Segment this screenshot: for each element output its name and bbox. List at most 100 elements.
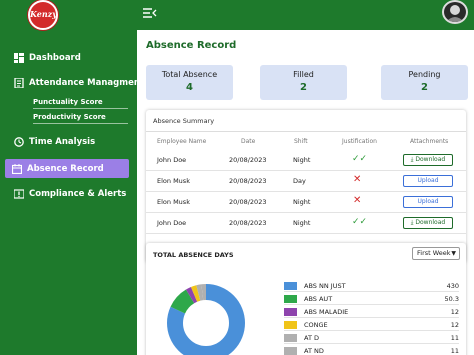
legend-item: ABS NN JUST 430 — [284, 281, 459, 292]
stat-card-filled: Filled 2 — [260, 65, 347, 100]
check-icon: ✓✓ — [352, 154, 368, 164]
top-bar — [137, 0, 474, 30]
sidebar: Kenzy's Dashboard Attendance Managment P… — [0, 0, 144, 355]
legend-swatch — [284, 295, 297, 303]
legend-value: 430 — [446, 282, 459, 290]
sidebar-item-label: Dashboard — [29, 53, 81, 63]
legend-item: ABS MALADIE 12 — [284, 307, 459, 318]
shift: Night — [293, 156, 311, 164]
legend-swatch — [284, 334, 297, 342]
sidebar-item-compliance[interactable]: Compliance & Alerts — [14, 187, 126, 201]
legend-label: AT D — [304, 334, 319, 342]
legend-item: ABS AUT 50.3 — [284, 294, 459, 305]
legend-label: CONGE — [304, 321, 328, 329]
sidebar-subitem-productivity[interactable]: Productivity Score — [33, 112, 128, 124]
legend-swatch — [284, 308, 297, 316]
button-label: Download — [415, 219, 446, 226]
button-label: Download — [415, 156, 446, 163]
chevron-down-icon: ▼ — [451, 250, 456, 257]
cross-icon: ✕ — [353, 174, 362, 185]
download-icon: ⤓ — [410, 219, 414, 226]
shift: Night — [293, 219, 311, 227]
sidebar-item-label: Compliance & Alerts — [29, 189, 127, 199]
table-row: Elon Musk 20/08/2023 Night ✕ Upload — [146, 192, 466, 213]
legend-label: ABS MALADIE — [304, 308, 349, 316]
column-header: Shift — [294, 138, 308, 145]
sidebar-item-label: Time Analysis — [29, 137, 96, 147]
stat-card-pending: Pending 2 — [381, 65, 468, 100]
sidebar-item-attendance[interactable]: Attendance Managment — [14, 76, 144, 90]
check-icon: ✓✓ — [352, 217, 368, 227]
dashboard-icon — [14, 53, 24, 63]
absence-date: 20/08/2023 — [229, 219, 267, 227]
button-label: Upload — [417, 177, 439, 184]
legend-value: 50.3 — [444, 295, 459, 303]
alert-icon — [14, 189, 24, 199]
stat-label: Total Absence — [161, 70, 218, 79]
legend-label: ABS NN JUST — [304, 282, 346, 290]
legend-value: 12 — [450, 308, 459, 316]
download-icon: ⤓ — [410, 156, 414, 163]
table-row: Elon Musk 20/08/2023 Day ✕ Upload — [146, 171, 466, 192]
legend-value: 11 — [450, 347, 459, 355]
sidebar-item-time-analysis[interactable]: Time Analysis — [14, 135, 95, 149]
download-button[interactable]: ⤓ Download — [403, 217, 453, 229]
legend-item: AT ND 11 — [284, 346, 459, 355]
shift: Day — [293, 177, 306, 185]
week-filter-select[interactable]: First Week ▼ — [412, 247, 460, 260]
absence-days-card: TOTAL ABSENCE DAYS First Week ▼ ABS NN J… — [146, 243, 466, 355]
stat-label: Pending — [408, 70, 441, 79]
stat-label: Filled — [293, 70, 314, 79]
menu-toggle-icon[interactable] — [143, 5, 157, 19]
stat-value: 2 — [300, 82, 307, 93]
summary-title: Absence Summary — [153, 117, 215, 125]
absence-donut-chart — [167, 284, 245, 355]
sidebar-item-label: Absence Record — [27, 163, 104, 174]
table-row: John Doe 20/08/2023 Night ✓✓ ⤓ Download — [146, 150, 466, 171]
absence-date: 20/08/2023 — [229, 177, 267, 185]
column-header: Attachments — [410, 138, 449, 145]
legend-swatch — [284, 347, 297, 355]
absence-days-title: TOTAL ABSENCE DAYS — [153, 251, 234, 259]
column-header: Employee Name — [157, 138, 207, 145]
stat-card-total-absence: Total Absence 4 — [146, 65, 233, 100]
absence-summary-card: Absence Summary Employee Name Date Shift… — [146, 110, 466, 263]
attendance-icon — [14, 78, 24, 88]
button-label: Upload — [417, 198, 439, 205]
legend-item: CONGE 12 — [284, 320, 459, 331]
sidebar-item-dashboard[interactable]: Dashboard — [14, 51, 81, 65]
cross-icon: ✕ — [353, 195, 362, 206]
absence-icon — [12, 163, 22, 174]
sidebar-item-label: Attendance Managment — [29, 78, 144, 88]
legend-item: AT D 11 — [284, 333, 459, 344]
legend-label: ABS AUT — [304, 295, 333, 303]
employee-name: John Doe — [157, 219, 187, 227]
divider — [146, 131, 466, 132]
download-button[interactable]: ⤓ Download — [403, 154, 453, 166]
stat-value: 2 — [421, 82, 428, 93]
upload-button[interactable]: Upload — [403, 175, 453, 187]
absence-date: 20/08/2023 — [229, 198, 267, 206]
employee-name: John Doe — [157, 156, 187, 164]
legend-value: 12 — [450, 321, 459, 329]
select-value: First Week — [417, 249, 451, 257]
upload-button[interactable]: Upload — [403, 196, 453, 208]
stat-value: 4 — [186, 82, 193, 93]
absence-date: 20/08/2023 — [229, 156, 267, 164]
column-header: Justification — [342, 138, 377, 145]
employee-name: Elon Musk — [157, 177, 190, 185]
brand-logo[interactable]: Kenzy's — [28, 0, 58, 30]
sidebar-subitem-punctuality[interactable]: Punctuality Score — [33, 97, 128, 109]
column-header: Date — [241, 138, 256, 145]
legend-value: 11 — [450, 334, 459, 342]
sidebar-item-absence-record[interactable]: Absence Record — [5, 159, 129, 178]
clock-icon — [14, 137, 24, 147]
logo-text: Kenzy's — [30, 9, 57, 19]
table-row: John Doe 20/08/2023 Night ✓✓ ⤓ Download — [146, 213, 466, 234]
legend-swatch — [284, 321, 297, 329]
employee-name: Elon Musk — [157, 198, 190, 206]
legend-label: AT ND — [304, 347, 324, 355]
main-content: Absence Record Total Absence 4 Filled 2 … — [137, 30, 474, 355]
user-avatar[interactable] — [442, 0, 468, 24]
page-title: Absence Record — [146, 40, 237, 51]
